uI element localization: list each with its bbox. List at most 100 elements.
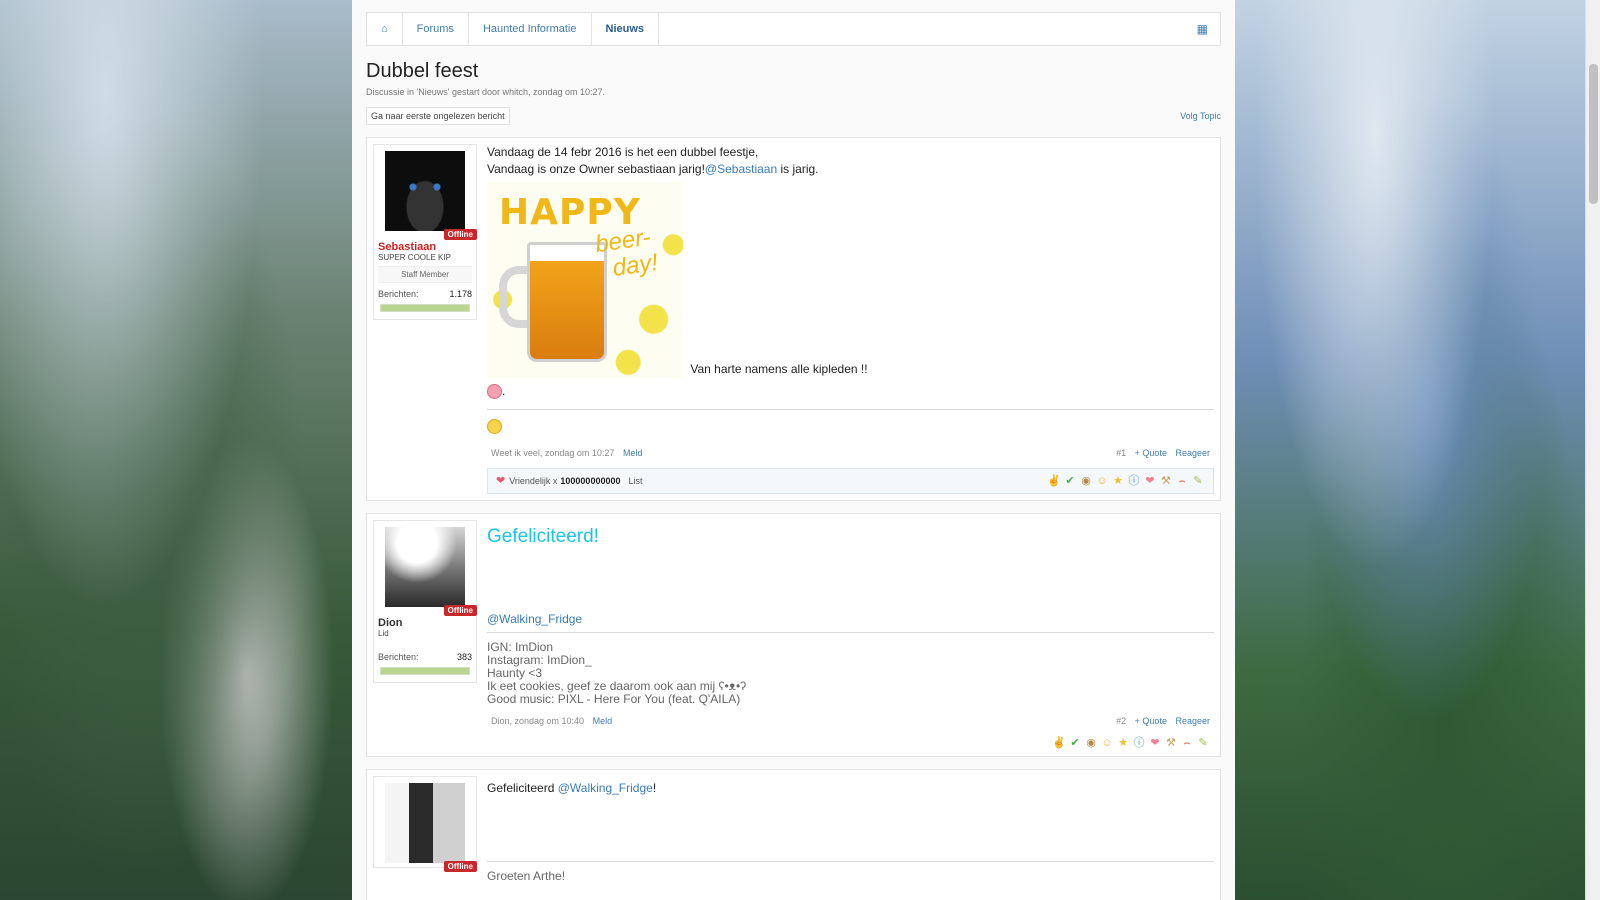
status-badge: Offline — [443, 860, 477, 872]
post-footer: Weet ik veel, zondag om 10:27 Meld #1 + … — [487, 448, 1214, 458]
first-unread-button[interactable]: Ga naar eerste ongelezen bericht — [366, 107, 510, 125]
activity-bar — [380, 304, 470, 312]
mention-link[interactable]: @Walking_Fridge — [487, 612, 1214, 626]
heart-icon: ❤ — [496, 475, 506, 488]
username[interactable]: Sebastiaan — [378, 241, 472, 253]
thread-meta: Discussie in 'Nieuws' gestart door whitc… — [366, 87, 606, 97]
check-icon[interactable]: ✔ — [1068, 736, 1082, 750]
username[interactable]: Dion — [378, 617, 472, 629]
breadcrumb-home[interactable]: ⌂ — [367, 13, 403, 45]
signature-line: Instagram: ImDion_ — [487, 652, 592, 667]
post-text: Vandaag de 14 febr 2016 is het een dubbe… — [487, 145, 759, 159]
reply-link[interactable]: Reageer — [1175, 448, 1210, 458]
post-headline: Gefeliciteerd! — [487, 525, 599, 547]
staff-badge: Staff Member — [378, 266, 472, 283]
post-content: Vandaag de 14 febr 2016 is het een dubbe… — [487, 144, 1214, 494]
breadcrumb-nieuws[interactable]: Nieuws — [592, 13, 660, 45]
post-content: Gefeliciteerd @Walking_Fridge! Groeten A… — [487, 776, 1214, 900]
reply-link[interactable]: Reageer — [1175, 716, 1210, 726]
rating-buttons: ✌ ✔ ◉ ☺ ★ ⓘ ❤ ⚒ ⌢ ✎ — [1052, 736, 1210, 750]
signature-line: Groeten Arthe! — [487, 868, 566, 883]
user-card: Offline Dion Lid Berichten: 383 — [373, 519, 477, 683]
scrollbar-thumb[interactable] — [1589, 64, 1598, 204]
cookie-icon[interactable]: ◉ — [1079, 474, 1093, 488]
thinking-emoji-icon — [487, 418, 502, 434]
signature-divider — [487, 631, 1214, 633]
signature-line: Good music: PIXL - Here For You (feat. Q… — [487, 691, 741, 706]
post-date: Weet ik veel, zondag om 10:27 — [491, 447, 615, 458]
post-text: Vandaag is onze Owner sebastiaan jarig! — [487, 162, 705, 176]
posts-count-value: 383 — [456, 651, 472, 662]
posts-count-label: Berichten: — [378, 289, 419, 299]
sitemap-icon[interactable]: ▦ — [1185, 22, 1220, 36]
signature-line: Ik eet cookies, geef ze daarom ook aan m… — [487, 678, 747, 693]
post-3: Offline Gefeliciteerd @Walking_Fridge! G… — [366, 768, 1221, 900]
post-1: Offline Sebastiaan SUPER COOLE KIP Staff… — [366, 137, 1221, 501]
mention-link[interactable]: @Sebastiaan — [705, 162, 777, 176]
avatar[interactable] — [385, 526, 465, 607]
post-2: Offline Dion Lid Berichten: 383 Gefelici… — [366, 512, 1221, 757]
user-title: SUPER COOLE KIP — [378, 253, 451, 262]
user-card: Offline — [373, 775, 477, 872]
signature-line: IGN: ImDion — [487, 639, 554, 654]
breadcrumb: ⌂ Forums Haunted Informatie Nieuws ▦ — [366, 12, 1221, 46]
user-card: Offline Sebastiaan SUPER COOLE KIP Staff… — [373, 144, 477, 320]
post-content: Gefeliciteerd! @Walking_Fridge IGN: ImDi… — [487, 520, 1214, 750]
happy-beer-day-image: HAPPY beer-day! — [487, 182, 683, 378]
post-text: ! — [652, 780, 657, 795]
page-scrollbar[interactable] — [1585, 0, 1600, 900]
user-title: Lid — [378, 628, 389, 638]
quote-link[interactable]: + Quote — [1135, 448, 1167, 458]
report-link[interactable]: Meld — [593, 716, 613, 726]
cookie-icon[interactable]: ◉ — [1084, 736, 1098, 750]
home-icon: ⌂ — [381, 23, 388, 35]
breadcrumb-forums[interactable]: Forums — [403, 13, 469, 45]
activity-bar — [380, 666, 470, 675]
forum-page: ⌂ Forums Haunted Informatie Nieuws ▦ Dub… — [352, 0, 1235, 900]
star-icon[interactable]: ★ — [1116, 736, 1130, 750]
heart-icon[interactable]: ❤ — [1148, 736, 1162, 750]
info-icon[interactable]: ⓘ — [1132, 736, 1146, 750]
post-text: Van harte namens alle kipleden !! — [690, 362, 868, 376]
post-date: Dion, zondag om 10:40 — [491, 715, 585, 726]
post-text: . — [502, 384, 506, 398]
info-icon[interactable]: ⓘ — [1127, 474, 1141, 488]
avatar[interactable] — [385, 782, 465, 863]
signature: IGN: ImDion Instagram: ImDion_ Haunty <3… — [487, 639, 1214, 706]
brush-icon[interactable]: ✎ — [1191, 474, 1205, 488]
page-title: Dubbel feest — [366, 60, 479, 82]
quote-link[interactable]: + Quote — [1135, 716, 1167, 726]
breadcrumb-haunted-informatie[interactable]: Haunted Informatie — [469, 13, 592, 45]
report-link[interactable]: Meld — [623, 448, 643, 458]
wrench-icon[interactable]: ⚒ — [1164, 736, 1178, 750]
image-text-day: day! — [611, 248, 660, 282]
avatar[interactable] — [385, 151, 465, 231]
rainbow-icon[interactable]: ⌢ — [1180, 736, 1194, 750]
brush-icon[interactable]: ✎ — [1196, 736, 1210, 750]
check-icon[interactable]: ✔ — [1063, 474, 1077, 488]
likes-list-link[interactable]: List — [628, 476, 642, 486]
rainbow-icon[interactable]: ⌢ — [1175, 474, 1189, 488]
signature-line: Haunty <3 — [487, 665, 543, 680]
signature-divider — [487, 409, 1214, 411]
background-left — [0, 0, 352, 900]
smile-icon[interactable]: ☺ — [1100, 736, 1114, 750]
signature-divider — [487, 860, 1214, 862]
mention-link[interactable]: @Walking_Fridge — [558, 781, 653, 795]
heart-icon[interactable]: ❤ — [1143, 474, 1157, 488]
thumbs-up-icon[interactable]: ✌ — [1052, 736, 1066, 750]
rating-buttons: ✌ ✔ ◉ ☺ ★ ⓘ ❤ ⚒ ⌢ ✎ — [1047, 474, 1205, 488]
wrench-icon[interactable]: ⚒ — [1159, 474, 1173, 488]
thumbs-up-icon[interactable]: ✌ — [1047, 474, 1061, 488]
smile-icon[interactable]: ☺ — [1095, 474, 1109, 488]
post-footer: Dion, zondag om 10:40 Meld #2 + Quote Re… — [487, 716, 1214, 726]
post-text: Gefeliciteerd — [487, 780, 558, 795]
star-icon[interactable]: ★ — [1111, 474, 1125, 488]
post-number[interactable]: #1 — [1116, 448, 1126, 458]
follow-topic-link[interactable]: Volg Topic — [1180, 111, 1221, 121]
post-number[interactable]: #2 — [1116, 716, 1126, 726]
posts-count-value: 1.178 — [449, 289, 472, 299]
status-badge: Offline — [443, 604, 477, 616]
background-right — [1235, 0, 1585, 900]
post-text: is jarig. — [777, 162, 819, 176]
